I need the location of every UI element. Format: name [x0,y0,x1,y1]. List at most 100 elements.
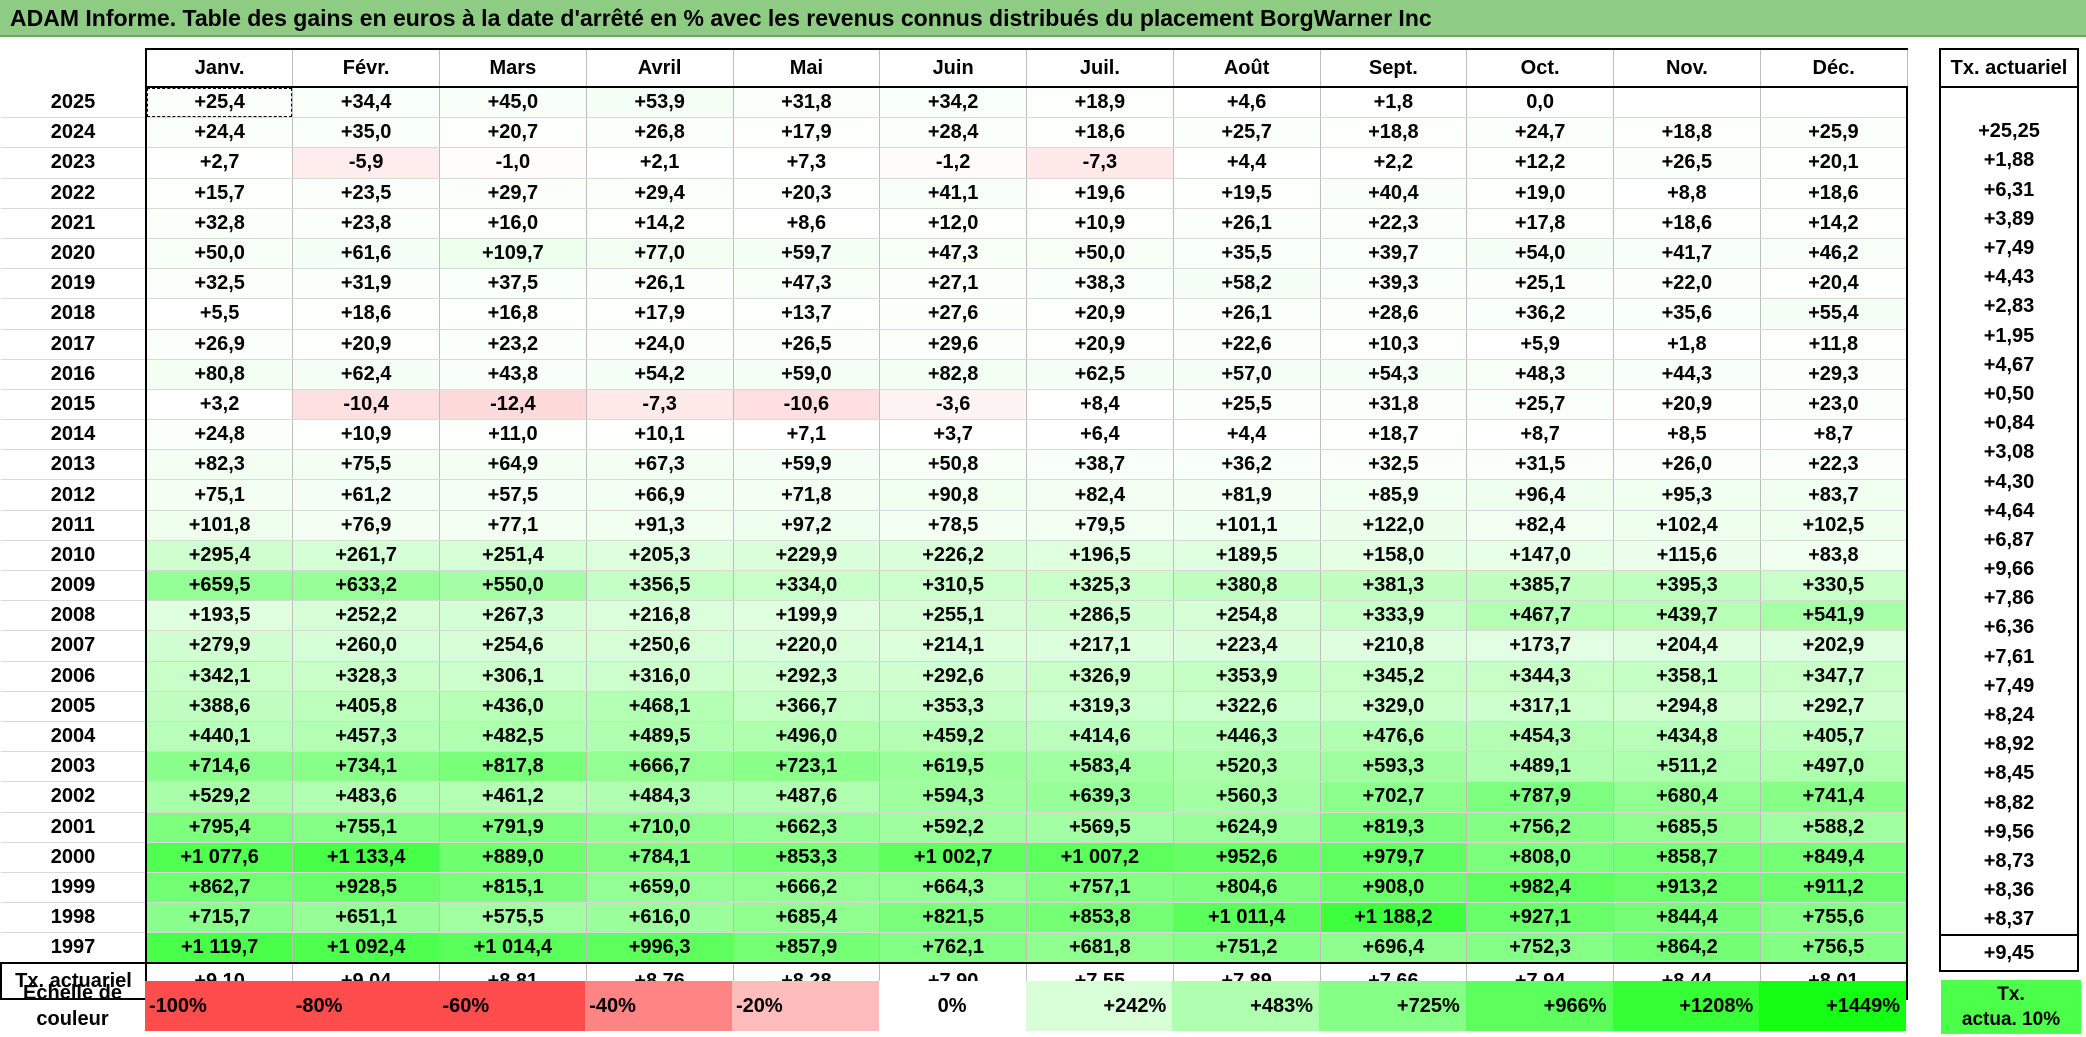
gain-cell: +345,2 [1319,661,1468,692]
gain-cell: +858,7 [1613,842,1761,873]
actuarial-row: +7,49 [1939,671,2079,701]
gain-cell: +857,9 [732,932,881,965]
gain-cell: +592,2 [879,812,1027,843]
gain-cell: +214,1 [879,630,1027,662]
gain-cell: +79,5 [1026,510,1174,541]
actuarial-rate-cell: +7,49 [1939,233,2079,264]
gain-cell: +20,4 [1759,268,1908,300]
gain-cell: +8,6 [732,208,881,239]
gain-cell: +158,0 [1319,540,1468,572]
gain-cell: +216,8 [585,600,734,632]
gain-cell: +326,9 [1026,661,1174,692]
gain-cell: +889,0 [439,842,587,873]
gain-cell: +77,1 [439,510,587,541]
gain-cell: +31,8 [1319,389,1468,421]
gain-cell: +47,3 [732,268,881,300]
year-label: 2019 [1,268,147,300]
actuarial-rate-cell: +8,73 [1939,846,2079,877]
gain-cell: +5,5 [145,298,294,330]
actuarial-rate-cell: +6,31 [1939,175,2079,205]
gain-cell: +90,8 [879,479,1027,511]
gain-cell: +226,2 [879,540,1027,572]
table-row: 2000 +1 077,6 +1 133,4 +889,0 +784,1 +853,3 +1… [1,842,1908,873]
gain-cell: +8,7 [1759,419,1908,451]
gain-cell: +461,2 [439,781,587,813]
month-header-1: Janv. [145,48,294,88]
gain-cell: +47,3 [879,238,1027,270]
gain-cell: +666,2 [732,872,881,904]
table-row: 1998 +715,7 +651,1 +575,5 +616,0 +685,4 +821,5… [1,902,1908,934]
actuarial-table-body: +25,25 +1,88 +6,31 +3,89 +7,49 +4,43 +2,83 +1,9… [1939,87,2079,973]
month-header-10: Oct. [1466,48,1614,88]
actuarial-rate-cell: +7,61 [1939,642,2079,672]
gain-cell: +295,4 [145,540,294,572]
gain-cell: +25,7 [1172,117,1321,149]
actuarial-rate-cell: +2,83 [1939,292,2079,322]
gain-cell: +29,4 [585,178,734,209]
gain-cell: +75,1 [145,479,294,511]
gain-cell: +4,6 [1172,87,1321,119]
gain-cell: +784,1 [585,842,734,873]
gain-cell: +23,5 [292,178,440,209]
gain-cell: +54,2 [585,359,734,390]
gain-cell: +59,9 [732,449,881,481]
gain-cell: +46,2 [1759,238,1908,270]
gain-cell: +20,9 [1026,329,1174,360]
gain-cell: +44,3 [1613,359,1761,390]
gain-cell: +12,0 [879,208,1027,239]
gain-cell: +20,7 [439,117,587,149]
gain-cell: +347,7 [1759,661,1908,692]
gain-cell: +2,1 [585,147,734,179]
gain-cell: +62,4 [292,359,440,390]
gain-cell: +715,7 [145,902,294,934]
actuarial-rate-cell: +8,37 [1939,905,2079,937]
gain-cell: +685,5 [1613,812,1761,843]
year-label: 2009 [1,570,147,602]
color-scale-swatch: +1449% [1759,981,1906,1031]
gain-cell: +18,7 [1319,419,1468,451]
gain-cell: +10,3 [1319,329,1468,360]
color-scale-swatch: 0% [878,981,1026,1031]
gain-cell: +1 011,4 [1172,902,1321,934]
gain-cell: +220,0 [732,630,881,662]
gain-cell: +27,1 [879,268,1027,300]
gain-cell: +550,0 [439,570,587,602]
actuarial-rate-cell: +0,84 [1939,409,2079,439]
gain-cell: +23,8 [292,208,440,239]
gain-cell: +229,9 [732,540,881,572]
gain-cell: +35,5 [1172,238,1321,270]
gain-cell: +12,2 [1466,147,1614,179]
year-label: 2018 [1,298,147,330]
gain-cell: +639,3 [1026,781,1174,813]
gain-cell: +11,8 [1759,329,1908,360]
gain-cell: +752,3 [1466,932,1614,965]
actuarial-rate-cell [1939,87,2079,118]
gain-cell: +24,7 [1466,117,1614,149]
table-row: 2003 +714,6 +734,1 +817,8 +666,7 +723,1 +619,5… [1,751,1908,783]
gain-cell: +76,9 [292,510,440,541]
gain-cell: +71,8 [732,479,881,511]
gain-cell: +36,2 [1466,298,1614,330]
gain-cell: +32,5 [145,268,294,300]
year-label: 2024 [1,117,147,149]
gain-cell: +36,2 [1172,449,1321,481]
month-header-12: Déc. [1759,48,1908,88]
gain-cell: +979,7 [1319,842,1468,873]
gain-cell: +529,2 [145,781,294,813]
gain-cell: +48,3 [1466,359,1614,390]
gain-cell: +1 014,4 [439,932,587,965]
gain-cell: +26,5 [732,329,881,360]
year-label: 2002 [1,781,147,813]
table-row: 2013 +82,3 +75,5 +64,9 +67,3 +59,9 +50,8 +38,7 +… [1,449,1908,481]
gain-cell: +23,0 [1759,389,1908,421]
gain-cell: +57,5 [439,479,587,511]
actuarial-rate-cell: +0,50 [1939,379,2079,410]
gain-cell: +19,0 [1466,178,1614,209]
gain-cell: +61,2 [292,479,440,511]
table-row: 2010 +295,4 +261,7 +251,4 +205,3 +229,9 +226,2… [1,540,1908,572]
actuarial-rate-cell: +4,64 [1939,496,2079,526]
gain-cell: +11,0 [439,419,587,451]
year-label: 2014 [1,419,147,451]
gain-cell: +26,9 [145,329,294,360]
gain-cell: +39,3 [1319,268,1468,300]
